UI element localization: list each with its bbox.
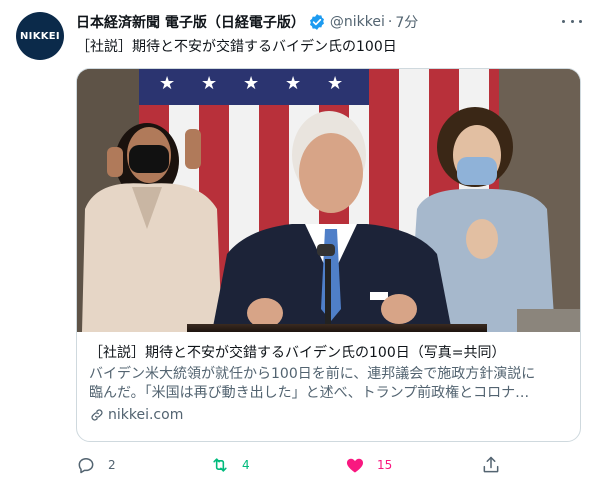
retweet-button[interactable]: 4 bbox=[210, 455, 250, 475]
link-card[interactable]: ★ ★ ★ ★ ★ ［社説］期待と不安が交錯するバイデン氏の100日（写真=共同… bbox=[76, 68, 581, 442]
action-bar: 2 4 15 bbox=[76, 455, 506, 475]
timestamp[interactable]: 7分 bbox=[395, 12, 418, 32]
reply-icon bbox=[78, 458, 94, 474]
avatar-logo-text: NIKKEI bbox=[20, 30, 60, 42]
like-icon bbox=[346, 458, 364, 473]
link-icon bbox=[91, 409, 103, 421]
retweet-icon bbox=[213, 458, 227, 472]
card-description: バイデン米大統領が就任から100日を前に、連邦議会で施政方針演説に 臨んだ。「米… bbox=[89, 365, 574, 403]
card-info: ［社説］期待と不安が交錯するバイデン氏の100日（写真=共同） バイデン米大統領… bbox=[89, 344, 574, 424]
tweet-header: 日本経済新聞 電子版（日経電子版） @nikkei · 7分 bbox=[76, 12, 418, 32]
card-description-line: 臨んだ。「米国は再び動き出した」と述べ、トランプ前政権とコロナ… bbox=[89, 385, 530, 401]
tweet-text: ［社説］期待と不安が交錯するバイデン氏の100日 bbox=[76, 39, 397, 55]
svg-text:★: ★ bbox=[285, 73, 301, 94]
svg-text:★: ★ bbox=[159, 73, 175, 94]
card-description-line: バイデン米大統領が就任から100日を前に、連邦議会で施政方針演説に bbox=[89, 366, 536, 382]
verified-badge-icon bbox=[309, 14, 324, 30]
card-domain: nikkei.com bbox=[89, 406, 574, 424]
share-button[interactable] bbox=[481, 455, 501, 475]
separator-dot: · bbox=[387, 14, 393, 30]
svg-text:★: ★ bbox=[327, 73, 343, 94]
svg-text:★: ★ bbox=[201, 73, 217, 94]
display-name[interactable]: 日本経済新聞 電子版（日経電子版） bbox=[76, 12, 305, 32]
handle[interactable]: @nikkei bbox=[330, 14, 385, 30]
svg-text:★: ★ bbox=[243, 73, 259, 94]
more-icon[interactable] bbox=[562, 13, 582, 29]
like-button[interactable]: 15 bbox=[345, 455, 392, 475]
card-title: ［社説］期待と不安が交錯するバイデン氏の100日（写真=共同） bbox=[89, 345, 506, 361]
avatar[interactable]: NIKKEI bbox=[16, 12, 64, 60]
card-photo: ★ ★ ★ ★ ★ bbox=[77, 69, 580, 332]
reply-count: 2 bbox=[108, 458, 116, 472]
share-icon bbox=[483, 456, 499, 473]
retweet-count: 4 bbox=[242, 458, 250, 472]
reply-button[interactable]: 2 bbox=[76, 455, 116, 475]
like-count: 15 bbox=[377, 458, 393, 472]
card-domain-text: nikkei.com bbox=[108, 407, 184, 423]
